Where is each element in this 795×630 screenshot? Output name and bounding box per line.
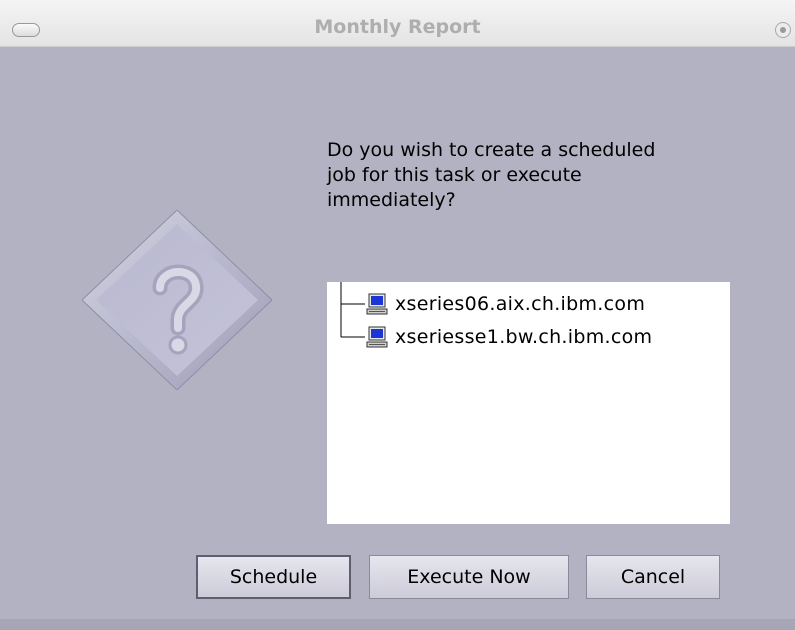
tree-item-host-1[interactable]: xseries06.aix.ch.ibm.com xyxy=(365,291,645,317)
tree-item-host-2[interactable]: xseriesse1.bw.ch.ibm.com xyxy=(365,324,652,350)
execute-now-button[interactable]: Execute Now xyxy=(369,555,569,599)
tree-connector-lines xyxy=(340,282,365,338)
computer-icon xyxy=(366,293,388,315)
question-icon xyxy=(82,210,272,390)
window-close-button[interactable] xyxy=(775,22,791,38)
computer-icon xyxy=(366,326,388,348)
dialog-message: Do you wish to create a scheduled job fo… xyxy=(327,139,656,211)
window-bottom-edge xyxy=(0,619,795,630)
dialog-window: Monthly Report Do you wish to create a s… xyxy=(0,0,795,630)
cancel-button[interactable]: Cancel xyxy=(586,555,720,599)
host-label: xseries06.aix.ch.ibm.com xyxy=(395,293,646,315)
schedule-button[interactable]: Schedule xyxy=(196,555,351,599)
host-tree[interactable]: xseries06.aix.ch.ibm.com xseriesse1.bw.c… xyxy=(327,282,730,524)
window-title: Monthly Report xyxy=(314,16,481,38)
host-label: xseriesse1.bw.ch.ibm.com xyxy=(395,326,653,348)
title-bar[interactable]: Monthly Report xyxy=(0,0,795,47)
